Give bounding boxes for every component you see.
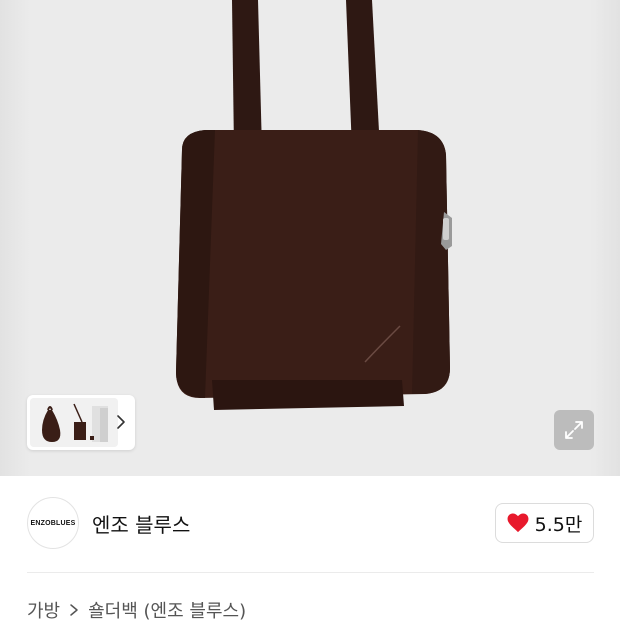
chevron-right-icon[interactable]: [113, 412, 129, 432]
thumbnail-bags-icon: [30, 398, 118, 447]
like-count: 5.5만: [534, 513, 583, 536]
expand-icon: [565, 421, 583, 439]
brand-logo-text: ENZOBLUES: [30, 519, 76, 527]
thumbnail-strip[interactable]: [27, 395, 135, 450]
brand-name[interactable]: 엔조 블루스: [92, 509, 190, 538]
like-button[interactable]: 5.5만: [495, 503, 594, 543]
thumbnail-image[interactable]: [30, 398, 118, 447]
breadcrumb-item-subcategory[interactable]: 숄더백 (엔조 블루스): [88, 597, 246, 620]
brand-logo[interactable]: ENZOBLUES: [27, 497, 79, 549]
product-image-area[interactable]: [0, 0, 620, 476]
chevron-right-icon: [70, 604, 78, 616]
brand-row: ENZOBLUES 엔조 블루스 5.5만: [0, 476, 620, 572]
divider: [27, 572, 594, 573]
heart-icon: [507, 513, 529, 533]
expand-button[interactable]: [554, 410, 594, 450]
breadcrumb-item-category[interactable]: 가방: [27, 597, 60, 620]
breadcrumb: 가방 숄더백 (엔조 블루스): [27, 598, 246, 620]
